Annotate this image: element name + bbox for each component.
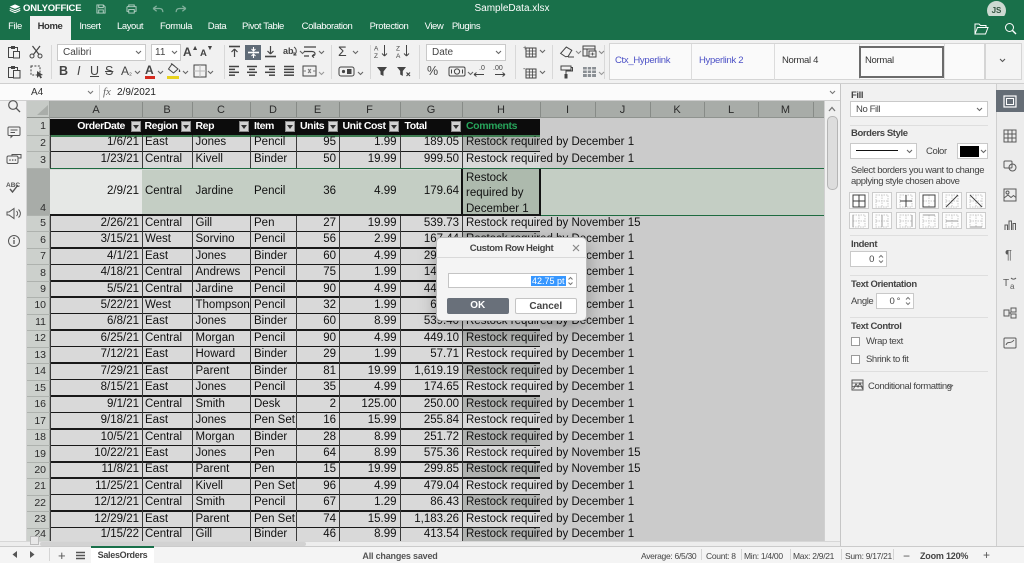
svg-text:A: A bbox=[396, 53, 401, 59]
svg-text:.00: .00 bbox=[493, 65, 503, 72]
svg-text:¶: ¶ bbox=[1005, 247, 1012, 261]
svg-text:A: A bbox=[374, 46, 379, 53]
svg-text:+: + bbox=[523, 45, 527, 52]
svg-text:.0: .0 bbox=[479, 65, 485, 72]
svg-text:ab: ab bbox=[283, 46, 294, 56]
svg-text:Z: Z bbox=[374, 53, 378, 59]
svg-text:T: T bbox=[1003, 278, 1009, 289]
svg-text:Z: Z bbox=[396, 46, 400, 53]
svg-text:a: a bbox=[1010, 282, 1015, 290]
